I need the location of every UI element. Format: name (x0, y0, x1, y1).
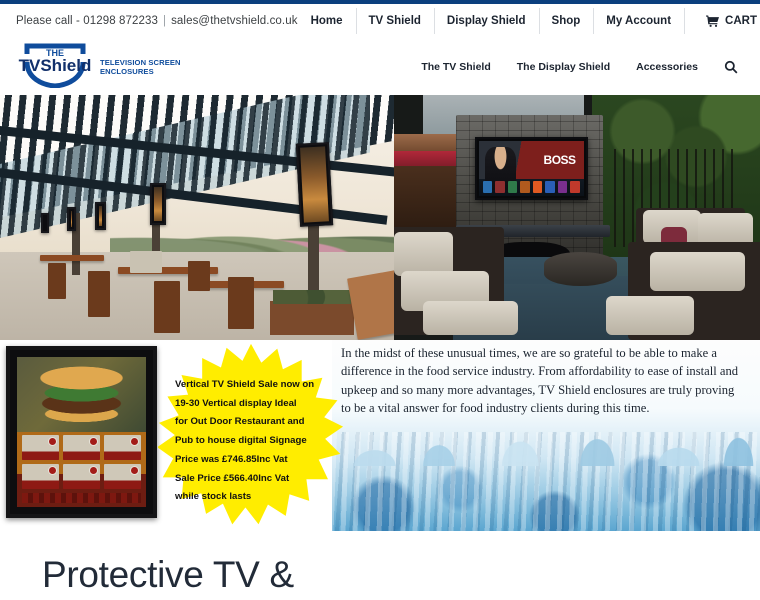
sale-line-2: 19-30 Vertical display Ideal (175, 397, 297, 409)
sale-line-5: Price was £746.85Inc Vat (175, 453, 288, 465)
hero-banner: BOSS (0, 95, 760, 340)
tv-screen-title: BOSS (543, 152, 577, 167)
vertical-display-kiosk (95, 202, 106, 230)
patio-chair (130, 251, 162, 273)
promo-paragraph: In the midst of these unusual times, we … (341, 346, 739, 415)
nav-item-the-tv-shield[interactable]: The TV Shield (421, 61, 490, 73)
menu-footer-strip (22, 492, 141, 503)
nav-item-shop[interactable]: Shop (538, 4, 594, 38)
shopping-cart-icon (706, 15, 720, 28)
below-fold-section: Protective TV & (0, 531, 760, 600)
nav-label: Home (310, 15, 343, 27)
email-link[interactable]: sales@thetvshield.co.uk (171, 15, 297, 27)
tv-app-tiles (482, 180, 580, 193)
search-icon[interactable] (724, 60, 738, 74)
item-caption (104, 451, 141, 460)
planter-box (270, 290, 354, 335)
nav-label: My Account (606, 15, 672, 27)
sale-line-3: for Out Door Restaurant and (175, 416, 305, 428)
site-logo[interactable]: THE TVShield TELEVISION SCREEN ENCLOSURE… (0, 40, 181, 93)
sale-line-4: Pub to house digital Signage (175, 435, 307, 447)
patio-chair (154, 281, 180, 333)
sofa-cushion (423, 300, 519, 336)
svg-text:TVShield: TVShield (19, 56, 92, 75)
price-badge (48, 466, 57, 475)
price-badge (130, 437, 139, 446)
vertical-display-kiosk (67, 207, 76, 231)
menu-item-cell (63, 435, 100, 460)
menu-item-grid (22, 435, 141, 489)
nav-label: TV Shield (368, 15, 421, 27)
nav-item-the-display-shield[interactable]: The Display Shield (517, 61, 610, 73)
vertical-display-kiosk (41, 213, 49, 233)
page-title: Protective TV & (42, 554, 294, 595)
nav-label: Display Shield (446, 15, 526, 27)
sale-line-7: while stock lasts (175, 491, 252, 503)
utility-bar: Please call - 01298 872233 | sales@thetv… (0, 4, 760, 38)
cart-label: CART (725, 15, 757, 27)
primary-navigation: Home TV Shield Display Shield Shop My Ac… (298, 4, 760, 38)
logo-tagline-line1: TELEVISION SCREEN (100, 58, 181, 68)
nav-item-tv-shield[interactable]: TV Shield (355, 4, 434, 38)
item-caption (22, 480, 59, 489)
hero-image-restaurant-patio (0, 95, 394, 340)
patio-scene (0, 95, 394, 340)
nav-item-home[interactable]: Home (298, 4, 356, 38)
patio-chair (228, 277, 254, 329)
menu-item-cell (104, 435, 141, 460)
promo-banner: Vertical TV Shield Sale now on 19-30 Ver… (0, 340, 760, 531)
vertical-display-kiosk (295, 142, 334, 227)
tv-shield-logo-icon: THE TVShield (18, 40, 92, 93)
item-caption (63, 480, 100, 489)
sale-line-6: Sale Price £566.40Inc Vat (175, 472, 290, 484)
fire-pit-table (544, 251, 618, 287)
contact-info: Please call - 01298 872233 | sales@thetv… (0, 4, 298, 38)
menu-item-cell (22, 435, 59, 460)
nav-item-my-account[interactable]: My Account (593, 4, 684, 38)
sale-badge-text: Vertical TV Shield Sale now on 19-30 Ver… (175, 376, 327, 507)
menu-item-cell (63, 464, 100, 489)
site-header: THE TVShield TELEVISION SCREEN ENCLOSURE… (0, 38, 760, 95)
item-caption (63, 451, 100, 460)
water-splash-crowns (332, 427, 760, 467)
patio-chair (88, 271, 110, 317)
backyard-scene: BOSS (394, 95, 760, 340)
nav-item-accessories[interactable]: Accessories (636, 61, 698, 73)
patio-chair (188, 261, 210, 291)
tv-screen: BOSS (478, 140, 584, 197)
hero-image-outdoor-lounge: BOSS (394, 95, 760, 340)
sectional-cushion (606, 295, 695, 336)
contact-separator: | (162, 15, 167, 27)
sale-line-1: Vertical TV Shield Sale now on (175, 379, 315, 390)
sofa-cushion (394, 232, 453, 277)
tv-shield-enclosure: BOSS (474, 136, 588, 201)
patio-chair (48, 263, 66, 299)
price-badge (48, 437, 57, 446)
vertical-display-kiosk (150, 183, 166, 225)
nav-label: Shop (551, 15, 581, 27)
sectional-cushion (650, 251, 746, 291)
menu-item-cell (22, 464, 59, 489)
patio-table (40, 255, 104, 261)
item-caption (22, 451, 59, 460)
digital-menu-board (17, 357, 146, 507)
sale-starburst-badge[interactable]: Vertical TV Shield Sale now on 19-30 Ver… (158, 342, 344, 530)
burger-photo (17, 357, 146, 432)
item-caption (104, 480, 141, 489)
logo-tagline: TELEVISION SCREEN ENCLOSURES (100, 56, 181, 77)
secondary-navigation: The TV Shield The Display Shield Accesso… (421, 60, 760, 74)
price-badge (89, 437, 98, 446)
nav-item-display-shield[interactable]: Display Shield (433, 4, 539, 38)
product-image-vertical-menu-board (6, 346, 157, 518)
price-badge (89, 466, 98, 475)
price-badge (130, 466, 139, 475)
logo-tagline-line2: ENCLOSURES (100, 67, 154, 76)
phone-text: Please call - 01298 872233 (16, 15, 158, 27)
menu-item-cell (104, 464, 141, 489)
cart-button[interactable]: CART (684, 4, 760, 38)
